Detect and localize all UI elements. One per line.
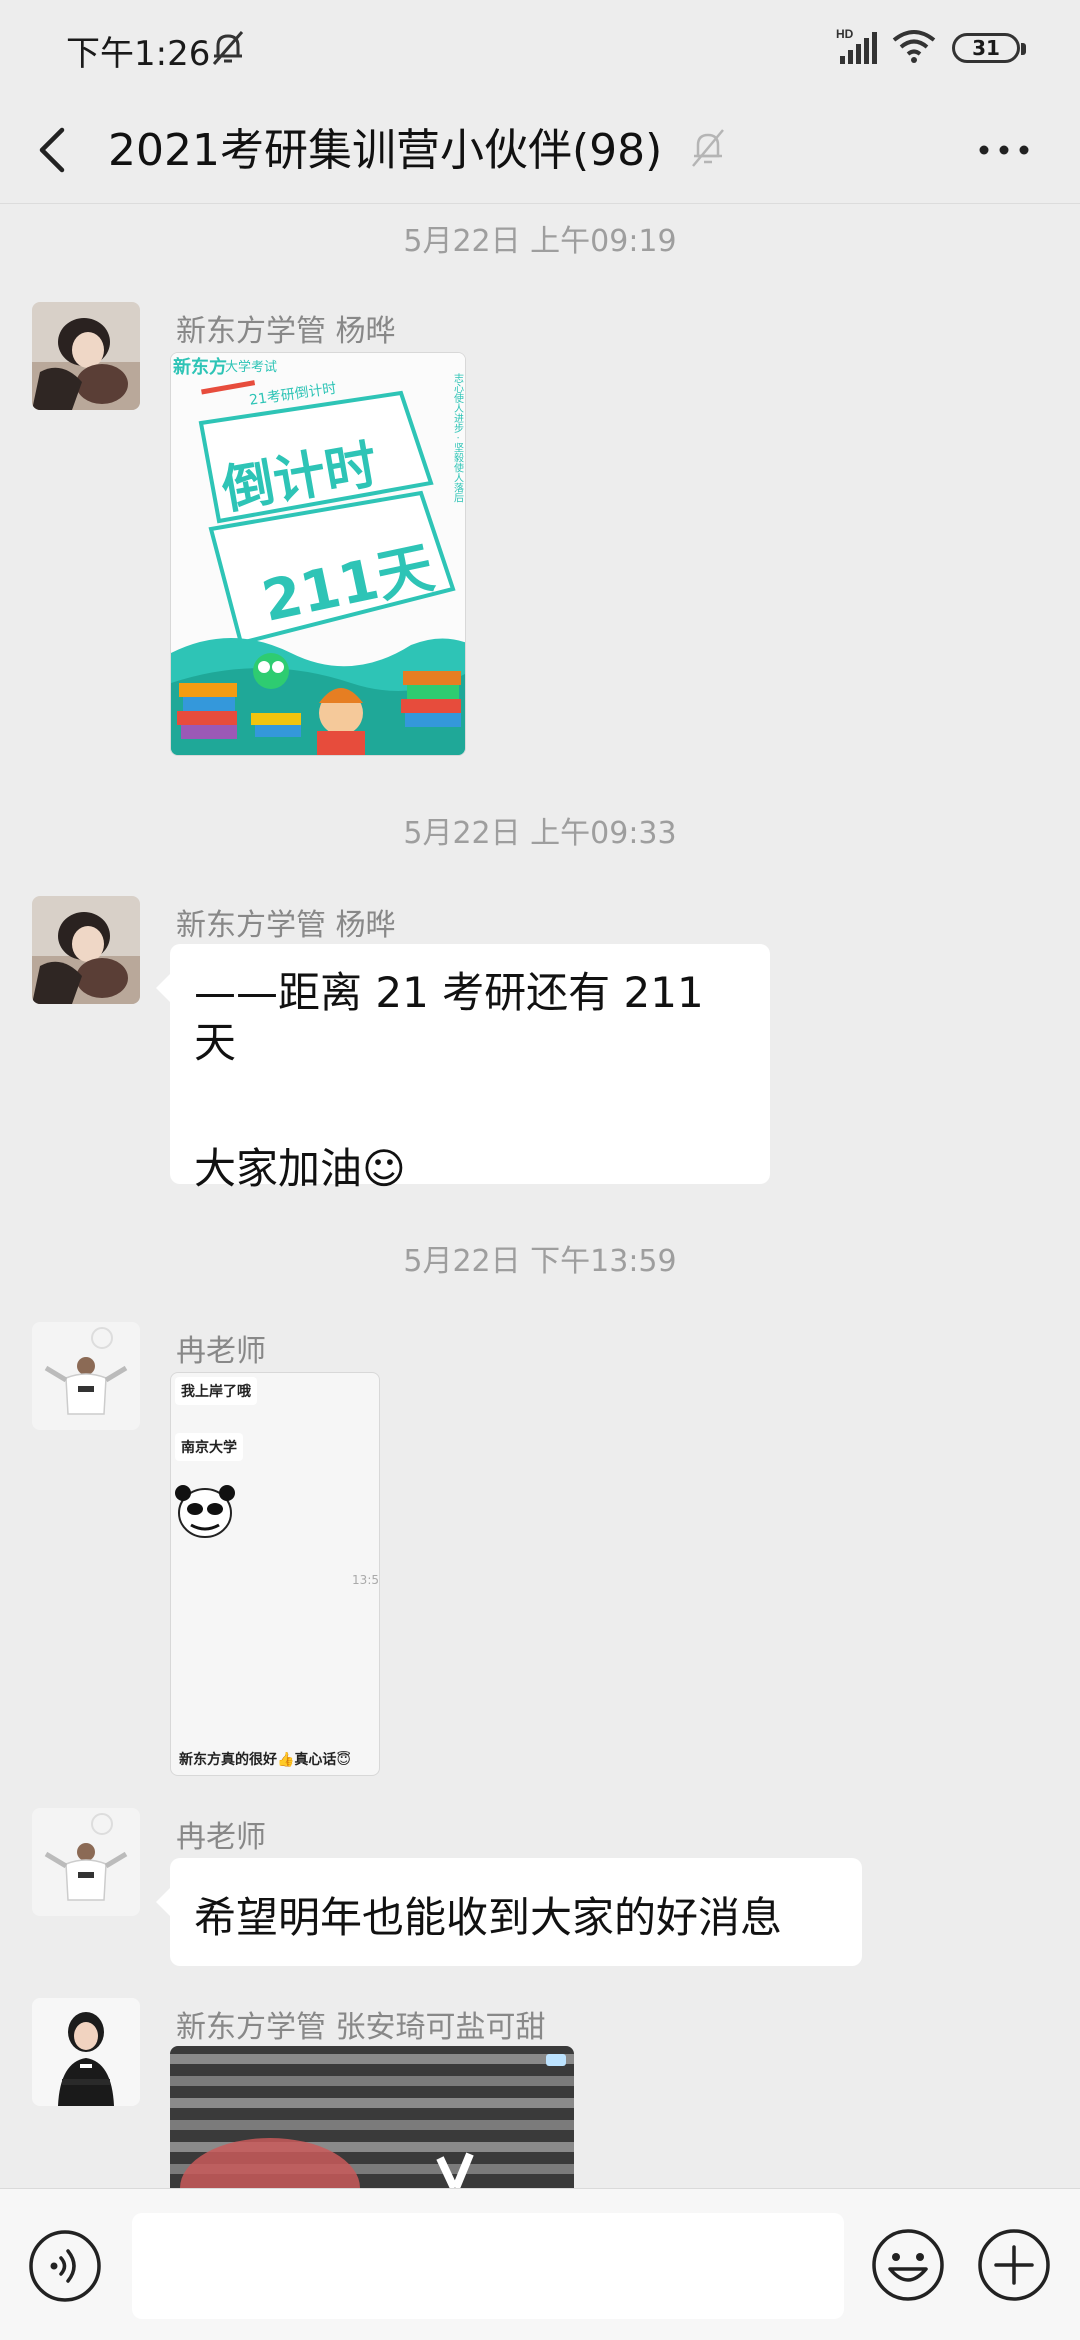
- photo-message-image[interactable]: [170, 2046, 574, 2188]
- message-timestamp: 5月22日 上午09:33: [403, 816, 677, 851]
- message-timestamp: 5月22日 上午09:19: [403, 224, 677, 259]
- sender-name: 新东方学管 杨晔: [176, 314, 396, 349]
- signal-icon: HD: [836, 27, 877, 64]
- poster-brand: 新东方: [173, 356, 227, 378]
- message-text: 希望明年也能收到大家的好消息: [194, 1893, 783, 1942]
- screenshot-bubble: 南京大学: [175, 1433, 243, 1461]
- message-text: ——距离 21 考研还有 211 天: [194, 968, 704, 1067]
- status-bar: 下午1:26 HD 31: [0, 0, 1080, 96]
- avatar[interactable]: [32, 896, 140, 1004]
- avatar[interactable]: [32, 1322, 140, 1430]
- message-bubble[interactable]: 希望明年也能收到大家的好消息: [156, 1858, 862, 1966]
- network-type-label: HD: [836, 27, 854, 41]
- chat-header: 2021考研集训营小伙伴(98): [0, 96, 1080, 204]
- avatar[interactable]: [32, 302, 140, 410]
- sender-name: 新东方学管 张安琦可盐可甜: [176, 2010, 546, 2045]
- panda-meme-icon: [175, 1485, 235, 1538]
- screenshot-time: 13:5: [352, 1573, 379, 1587]
- chat-title: 2021考研集训营小伙伴(98): [108, 125, 663, 176]
- wifi-icon: [892, 30, 936, 63]
- poster-subtitle: 大学考试: [225, 359, 277, 375]
- sender-name: 冉老师: [176, 1334, 266, 1369]
- chat-screenshot-image[interactable]: 我上岸了哦 南京大学 13:5 新东方真的很好👍真心话😇: [170, 1372, 380, 1776]
- plus-icon[interactable]: [976, 2227, 1052, 2303]
- message-timestamp: 5月22日 下午13:59: [403, 1244, 677, 1279]
- screenshot-bubble: 我上岸了哦: [175, 1377, 257, 1405]
- sender-name: 新东方学管 杨晔: [176, 908, 396, 943]
- screenshot-caption: 新东方真的很好👍真心话😇: [179, 1752, 352, 1768]
- screenshot-text: 南京大学: [181, 1440, 237, 1456]
- avatar[interactable]: [32, 1998, 140, 2106]
- message-text: 大家加油☺: [194, 1144, 406, 1193]
- bell-off-icon: [692, 129, 724, 167]
- message-bubble[interactable]: ——距离 21 考研还有 211 天 大家加油☺: [156, 944, 770, 1193]
- input-bar: [0, 2188, 1080, 2340]
- notification-off-icon: [212, 31, 244, 65]
- battery-indicator: 31: [952, 33, 1026, 63]
- countdown-poster-image[interactable]: 新东方 大学考试 21考研倒计时 倒计时 211天 志心使人进步 · 坚毅使人落…: [170, 352, 466, 756]
- more-dots-icon[interactable]: [976, 130, 1032, 170]
- message-input[interactable]: [132, 2213, 844, 2319]
- poster-side-text: 志心使人进步 · 坚毅使人落后: [452, 372, 464, 504]
- emoji-icon[interactable]: [870, 2227, 946, 2303]
- sender-name: 冉老师: [176, 1820, 266, 1855]
- status-time: 下午1:26: [66, 34, 211, 74]
- screenshot-text: 我上岸了哦: [181, 1384, 251, 1400]
- voice-icon[interactable]: [28, 2229, 102, 2303]
- avatar[interactable]: [32, 1808, 140, 1916]
- back-arrow-icon[interactable]: [30, 118, 80, 182]
